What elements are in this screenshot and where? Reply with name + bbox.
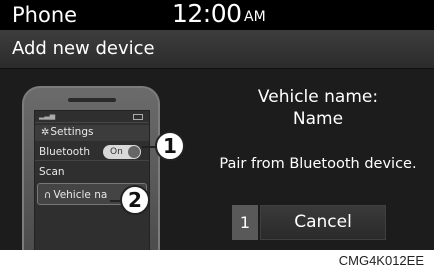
gear-icon: ✲ bbox=[41, 127, 50, 138]
phone-speaker bbox=[68, 98, 116, 102]
phone-bluetooth-label: Bluetooth bbox=[39, 146, 90, 158]
pair-instruction: Pair from Bluetooth device. bbox=[219, 156, 417, 172]
phone-settings-label: Settings bbox=[50, 126, 94, 138]
vehicle-name-value: Name bbox=[292, 109, 344, 129]
vehicle-name-label: Vehicle name: bbox=[257, 87, 379, 107]
cancel-button[interactable]: Cancel bbox=[260, 205, 386, 240]
phone-illustration: ▂▃▅ ✲Settings Bluetooth On Scan ∩ Vehicle… bbox=[22, 86, 160, 250]
callout-2: 2 bbox=[120, 185, 150, 215]
head-unit-screen: Phone 12:00 AM Add new device ▂▃▅ ✲Setti… bbox=[0, 0, 434, 250]
callout-1: 1 bbox=[155, 131, 185, 161]
phone-scan-row: Scan bbox=[35, 163, 149, 181]
phone-vehicle-label: Vehicle na bbox=[53, 189, 108, 201]
phone-settings-header: ✲Settings bbox=[35, 125, 149, 141]
phone-screen: ▂▃▅ ✲Settings Bluetooth On Scan ∩ Vehicle… bbox=[34, 110, 150, 250]
status-clock: 12:00 bbox=[172, 0, 242, 28]
bluetooth-toggle-label: On bbox=[110, 147, 123, 157]
page-title: Add new device bbox=[12, 38, 155, 59]
cancel-shortcut-number: 1 bbox=[232, 205, 258, 240]
battery-icon bbox=[133, 114, 143, 120]
phone-status-bar: ▂▃▅ bbox=[35, 111, 149, 123]
signal-icon: ▂▃▅ bbox=[39, 112, 56, 120]
bluetooth-toggle: On bbox=[103, 145, 141, 159]
figure-caption: CMG4K012EE bbox=[338, 253, 424, 268]
status-bar: Phone 12:00 AM bbox=[0, 0, 434, 30]
status-ampm: AM bbox=[244, 9, 266, 25]
toggle-knob bbox=[128, 146, 140, 158]
headphone-icon: ∩ bbox=[44, 190, 52, 201]
callout-1-pointer bbox=[142, 146, 156, 148]
phone-scan-label: Scan bbox=[39, 166, 65, 178]
status-app-name: Phone bbox=[12, 3, 78, 27]
cancel-control[interactable]: 1 Cancel bbox=[232, 205, 386, 240]
phone-bluetooth-row: Bluetooth On bbox=[35, 143, 149, 161]
title-bar: Add new device bbox=[0, 30, 434, 69]
